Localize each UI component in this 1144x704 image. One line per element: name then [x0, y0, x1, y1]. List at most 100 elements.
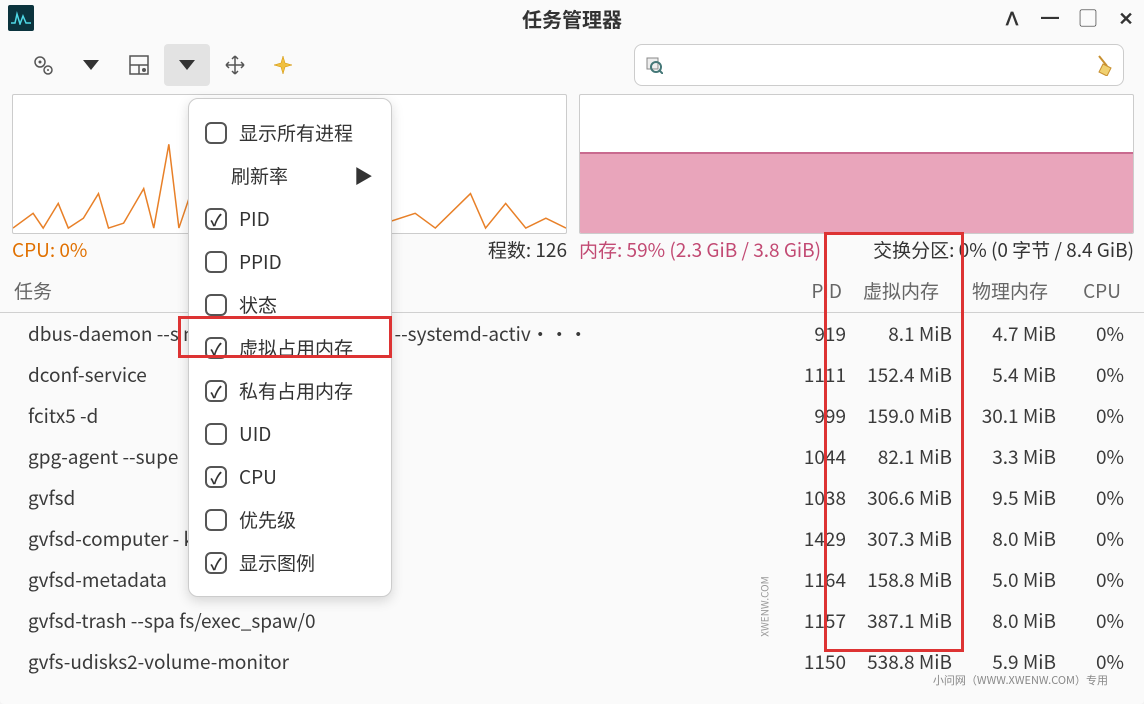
cell-vmem: 538.8 MiB — [850, 648, 960, 675]
column-vmem[interactable]: 虚拟内存 — [850, 277, 960, 304]
table-row[interactable]: gpg-agent --supe104482.1 MiB3.3 MiB0% — [0, 436, 1144, 477]
star-button[interactable] — [260, 44, 306, 86]
table-row[interactable]: gvfsd-trash --spa fs/exec_spaw/01157387.… — [0, 600, 1144, 641]
cell-rmem: 8.0 MiB — [960, 525, 1068, 552]
table-row[interactable]: dbus-daemon --s md: --nofork --nopidfile… — [0, 313, 1144, 354]
memory-legend: 内存: 59% (2.3 GiB / 3.8 GiB) 交换分区: 0% (0 … — [579, 236, 1134, 263]
search-box[interactable] — [634, 44, 1124, 86]
cell-task: fcitx5 -d — [0, 402, 786, 429]
memory-usage-label: 内存: 59% (2.3 GiB / 3.8 GiB) — [579, 236, 821, 263]
window: 任务管理器 ᐱ ━ ▢ ✕ — [0, 0, 1144, 704]
cell-cpu: 0% — [1068, 484, 1144, 511]
column-task[interactable]: 任务 — [0, 277, 786, 304]
cell-pid: 1150 — [786, 648, 850, 675]
move-icon — [224, 54, 246, 76]
cell-rmem: 5.0 MiB — [960, 566, 1068, 593]
search-icon — [645, 56, 663, 74]
layout-button[interactable] — [116, 44, 162, 86]
cell-task: gvfs-udisks2-volume-monitor — [0, 648, 786, 675]
menu-priority[interactable]: 优先级 — [189, 498, 391, 541]
cell-cpu: 0% — [1068, 361, 1144, 388]
graph-panels — [0, 94, 1144, 234]
cell-rmem: 9.5 MiB — [960, 484, 1068, 511]
maximize-button[interactable]: ▢ — [1078, 8, 1098, 28]
cell-vmem: 152.4 MiB — [850, 361, 960, 388]
checkbox-checked-icon — [205, 552, 227, 574]
checkbox-icon — [205, 251, 227, 273]
column-rmem[interactable]: 物理内存 — [960, 277, 1068, 304]
cell-pid: 1164 — [786, 566, 850, 593]
cell-rmem: 8.0 MiB — [960, 607, 1068, 634]
column-cpu[interactable]: CPU — [1068, 277, 1144, 304]
graph-legends: CPU: 0% 程数: 126 内存: 59% (2.3 GiB / 3.8 G… — [0, 234, 1144, 269]
cell-rmem: 3.3 MiB — [960, 443, 1068, 470]
menu-show-all[interactable]: 显示所有进程 — [189, 111, 391, 154]
cell-vmem: 306.6 MiB — [850, 484, 960, 511]
menu-ppid[interactable]: PPID — [189, 240, 391, 283]
cpu-usage-label: CPU: 0% — [12, 236, 87, 263]
cell-pid: 999 — [786, 402, 850, 429]
checkbox-checked-icon — [205, 208, 227, 230]
pulse-icon — [11, 11, 31, 25]
memory-fill — [580, 152, 1133, 233]
cell-cpu: 0% — [1068, 607, 1144, 634]
minimize-button[interactable]: ━ — [1040, 8, 1060, 28]
menu-uid[interactable]: UID — [189, 412, 391, 455]
cell-task: gvfsd — [0, 484, 786, 511]
table-header: 任务 PID 虚拟内存 物理内存 CPU — [0, 269, 1144, 313]
cell-cpu: 0% — [1068, 402, 1144, 429]
chevron-up-icon[interactable]: ᐱ — [1002, 8, 1022, 28]
cell-vmem: 159.0 MiB — [850, 402, 960, 429]
menu-pid[interactable]: PID — [189, 197, 391, 240]
settings-button[interactable] — [20, 44, 66, 86]
view-menu: 显示所有进程 刷新率▶ PID PPID 状态 虚拟占用内存 私有占用内存 UI… — [188, 98, 392, 597]
cell-pid: 1038 — [786, 484, 850, 511]
checkbox-icon — [205, 509, 227, 531]
cell-task: dbus-daemon --s md: --nofork --nopidfile… — [0, 320, 786, 347]
menu-refresh-rate[interactable]: 刷新率▶ — [189, 154, 391, 197]
cell-vmem: 82.1 MiB — [850, 443, 960, 470]
sparkle-icon — [272, 54, 294, 76]
window-title: 任务管理器 — [522, 4, 622, 33]
cell-task: gpg-agent --supe — [0, 443, 786, 470]
cell-task: gvfsd-metadata — [0, 566, 786, 593]
cell-pid: 1111 — [786, 361, 850, 388]
window-controls: ᐱ ━ ▢ ✕ — [1002, 8, 1136, 28]
table-row[interactable]: fcitx5 -d999159.0 MiB30.1 MiB0% — [0, 395, 1144, 436]
column-pid[interactable]: PID — [786, 277, 850, 304]
dropdown-1-button[interactable] — [68, 44, 114, 86]
view-menu-button[interactable] — [164, 44, 210, 86]
cell-pid: 1157 — [786, 607, 850, 634]
cell-task: gvfsd-trash --spa fs/exec_spaw/0 — [0, 607, 786, 634]
process-list: dbus-daemon --s md: --nofork --nopidfile… — [0, 313, 1144, 682]
table-row[interactable]: dconf-service1111152.4 MiB5.4 MiB0% — [0, 354, 1144, 395]
table-row[interactable]: gvfsd1038306.6 MiB9.5 MiB0% — [0, 477, 1144, 518]
menu-legend[interactable]: 显示图例 — [189, 541, 391, 584]
checkbox-icon — [205, 423, 227, 445]
swap-usage-label: 交换分区: 0% (0 字节 / 8.4 GiB) — [873, 236, 1134, 263]
checkbox-checked-icon — [205, 466, 227, 488]
cell-cpu: 0% — [1068, 525, 1144, 552]
broom-icon — [1093, 54, 1113, 76]
menu-pmem[interactable]: 私有占用内存 — [189, 369, 391, 412]
checkbox-checked-icon — [205, 380, 227, 402]
cell-vmem: 158.8 MiB — [850, 566, 960, 593]
watermark-bottom: 小问网（WWW.XWENW.COM）专用 — [933, 672, 1108, 688]
triangle-down-icon — [83, 60, 99, 70]
process-count-label: 程数: 126 — [488, 236, 567, 263]
menu-vmem[interactable]: 虚拟占用内存 — [189, 326, 391, 369]
cell-vmem: 8.1 MiB — [850, 320, 960, 347]
cell-rmem: 5.4 MiB — [960, 361, 1068, 388]
search-input[interactable] — [669, 56, 1087, 74]
table-row[interactable]: gvfsd-computer - k/gvfs/exec_spaw/114293… — [0, 518, 1144, 559]
menu-cpu[interactable]: CPU — [189, 455, 391, 498]
menu-status[interactable]: 状态 — [189, 283, 391, 326]
cell-cpu: 0% — [1068, 566, 1144, 593]
app-icon — [8, 5, 34, 31]
move-button[interactable] — [212, 44, 258, 86]
grid-icon — [129, 55, 149, 75]
gears-icon — [32, 54, 54, 76]
checkbox-icon — [205, 294, 227, 316]
close-button[interactable]: ✕ — [1116, 8, 1136, 28]
table-row[interactable]: gvfsd-metadata1164158.8 MiB5.0 MiB0% — [0, 559, 1144, 600]
